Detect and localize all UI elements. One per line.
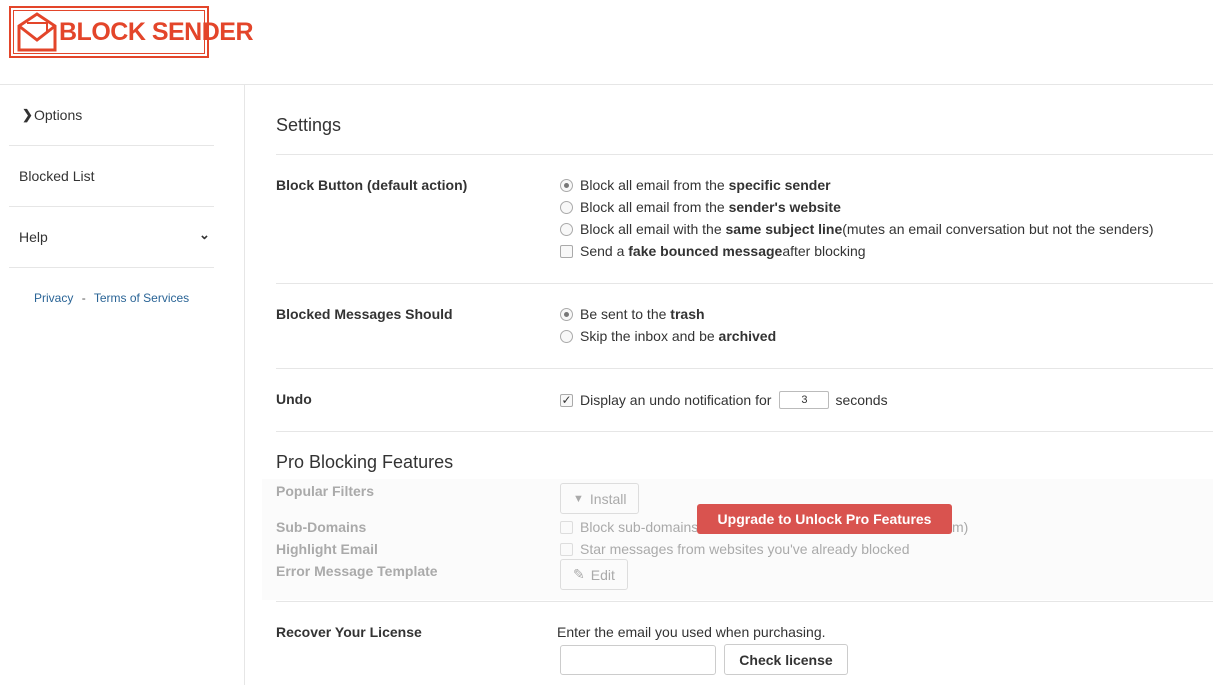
terms-link[interactable]: Terms of Services	[94, 291, 189, 305]
checkbox[interactable]	[560, 542, 573, 556]
option-text: Be sent to the	[580, 306, 667, 322]
sub-domains-label: Sub-Domains	[276, 519, 367, 535]
header: BLOCK SENDER	[0, 0, 1213, 85]
blocked-messages-label: Blocked Messages Should	[276, 306, 453, 322]
option-text: Block all email from the	[580, 199, 725, 215]
radio-specific-sender[interactable]: Block all email from the specific sender	[560, 177, 831, 193]
sidebar-item-options[interactable]: ❯ Options	[9, 85, 214, 146]
radio-senders-website[interactable]: Block all email from the sender's websit…	[560, 199, 841, 215]
option-text: (mutes an email conversation but not the…	[842, 221, 1154, 237]
option-text: seconds	[835, 392, 888, 408]
checkbox[interactable]	[560, 244, 573, 258]
option-text: Send a	[580, 243, 625, 259]
popular-filters-label: Popular Filters	[276, 483, 375, 499]
radio-button[interactable]	[560, 178, 573, 192]
sidebar-item-blocked-list[interactable]: Blocked List	[9, 146, 214, 207]
check-license-button[interactable]: Check license	[724, 644, 848, 675]
envelope-logo-icon	[17, 12, 57, 52]
pro-features-title: Pro Blocking Features	[276, 452, 454, 472]
footer-separator: -	[81, 291, 86, 305]
option-bold-text: trash	[670, 306, 705, 322]
radio-button[interactable]	[560, 222, 573, 236]
checkbox-fake-bounce[interactable]: Send a fake bounced message after blocki…	[560, 243, 866, 259]
install-button-label: Install	[589, 490, 627, 507]
highlight-email-label: Highlight Email	[276, 541, 378, 557]
sidebar: ❯ Options Blocked List Help ⌄ Privacy - …	[0, 85, 245, 685]
option-text: m)	[952, 519, 969, 535]
sub-domains-text-tail: m)	[952, 519, 968, 535]
sidebar-item-label: Blocked List	[19, 168, 95, 184]
license-hint: Enter the email you used when purchasing…	[557, 624, 826, 640]
filter-icon: ▼	[573, 492, 584, 505]
error-template-label: Error Message Template	[276, 563, 438, 579]
option-bold-text: sender's website	[728, 199, 841, 215]
option-bold-text: same subject line	[725, 221, 843, 237]
option-text: Block all email from the	[580, 177, 725, 193]
option-text: after blocking	[782, 243, 866, 259]
install-button[interactable]: ▼ Install	[560, 483, 640, 514]
radio-trash[interactable]: Be sent to the trash	[560, 306, 705, 322]
option-text: Star messages from websites you've alrea…	[580, 541, 910, 557]
pro-features-panel	[262, 479, 1213, 600]
upgrade-button[interactable]: Upgrade to Unlock Pro Features	[697, 504, 952, 534]
option-bold-text: archived	[718, 328, 777, 344]
checkbox-sub-domains[interactable]: Block sub-domains	[560, 519, 698, 535]
option-text: Display an undo notification for	[580, 392, 772, 408]
radio-button[interactable]	[560, 200, 573, 214]
checkbox[interactable]: ✓	[560, 393, 573, 407]
chevron-right-icon: ❯	[22, 107, 33, 122]
radio-button[interactable]	[560, 307, 573, 321]
radio-archived[interactable]: Skip the inbox and be archived	[560, 328, 776, 344]
option-bold-text: fake bounced message	[628, 243, 783, 259]
option-text: Block sub-domains	[580, 519, 699, 535]
settings-title: Settings	[276, 115, 342, 135]
undo-seconds-input[interactable]	[779, 391, 830, 409]
recover-license-label: Recover Your License	[276, 624, 422, 640]
radio-button[interactable]	[560, 329, 573, 343]
checkbox[interactable]	[560, 520, 573, 534]
pencil-icon: ✎	[573, 566, 585, 582]
checkbox-highlight-email[interactable]: Star messages from websites you've alrea…	[560, 541, 910, 557]
privacy-link[interactable]: Privacy	[34, 291, 73, 305]
option-text: Skip the inbox and be	[580, 328, 715, 344]
block-button-label: Block Button (default action)	[276, 177, 468, 193]
logo-text: BLOCK SENDER	[59, 18, 254, 46]
radio-same-subject[interactable]: Block all email with the same subject li…	[560, 221, 1154, 237]
footer-links: Privacy - Terms of Services	[34, 291, 189, 305]
sidebar-item-help[interactable]: Help ⌄	[9, 207, 214, 268]
edit-button[interactable]: ✎ Edit	[560, 559, 628, 590]
checkbox-undo[interactable]: ✓ Display an undo notification for secon…	[560, 391, 888, 409]
edit-button-label: Edit	[590, 566, 615, 583]
block-sender-logo: BLOCK SENDER	[9, 6, 254, 58]
sidebar-item-label: Help	[19, 229, 48, 245]
option-bold-text: specific sender	[728, 177, 831, 193]
undo-label: Undo	[276, 391, 312, 407]
sidebar-item-label: Options	[34, 107, 83, 123]
chevron-down-icon: ⌄	[199, 227, 210, 242]
license-email-input[interactable]	[560, 645, 716, 675]
option-text: Block all email with the	[580, 221, 722, 237]
